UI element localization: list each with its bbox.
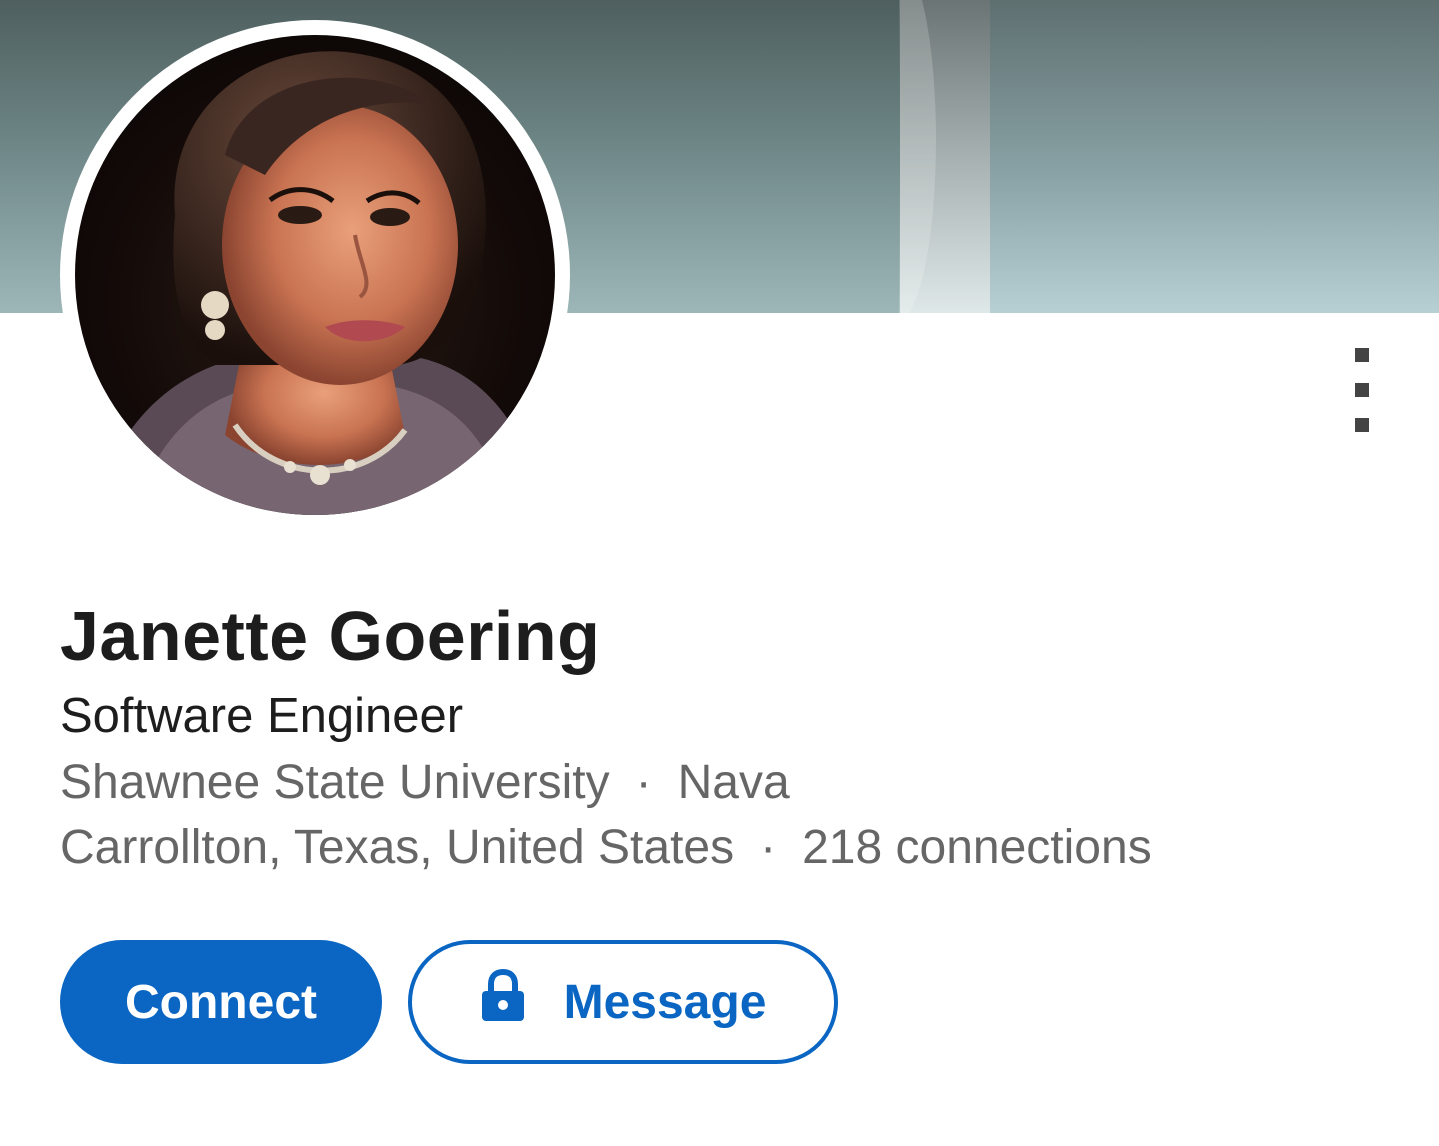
message-button[interactable]: Message (408, 940, 838, 1064)
avatar[interactable] (60, 20, 570, 530)
company[interactable]: Nava (678, 756, 790, 809)
profile-name: Janette Goering (60, 597, 601, 675)
connections-count[interactable]: 218 connections (802, 821, 1152, 874)
education[interactable]: Shawnee State University (60, 756, 610, 809)
more-options-button[interactable] (1340, 340, 1384, 440)
more-vertical-icon (1355, 348, 1369, 432)
connect-button-label: Connect (125, 975, 317, 1029)
connect-button[interactable]: Connect (60, 940, 382, 1064)
profile-photo-illustration (95, 51, 545, 515)
location-connections-line: Carrollton, Texas, United States · 218 con… (60, 820, 1152, 875)
education-company-line: Shawnee State University · Nava (60, 755, 790, 810)
location: Carrollton, Texas, United States (60, 821, 735, 874)
profile-photo (75, 35, 555, 515)
profile-page: Janette Goering Software Engineer Shawne… (0, 0, 1439, 1146)
message-button-label: Message (563, 975, 767, 1029)
separator: · (635, 756, 652, 809)
profile-headline: Software Engineer (60, 689, 464, 743)
lock-icon (480, 968, 526, 1035)
separator: · (760, 821, 777, 874)
